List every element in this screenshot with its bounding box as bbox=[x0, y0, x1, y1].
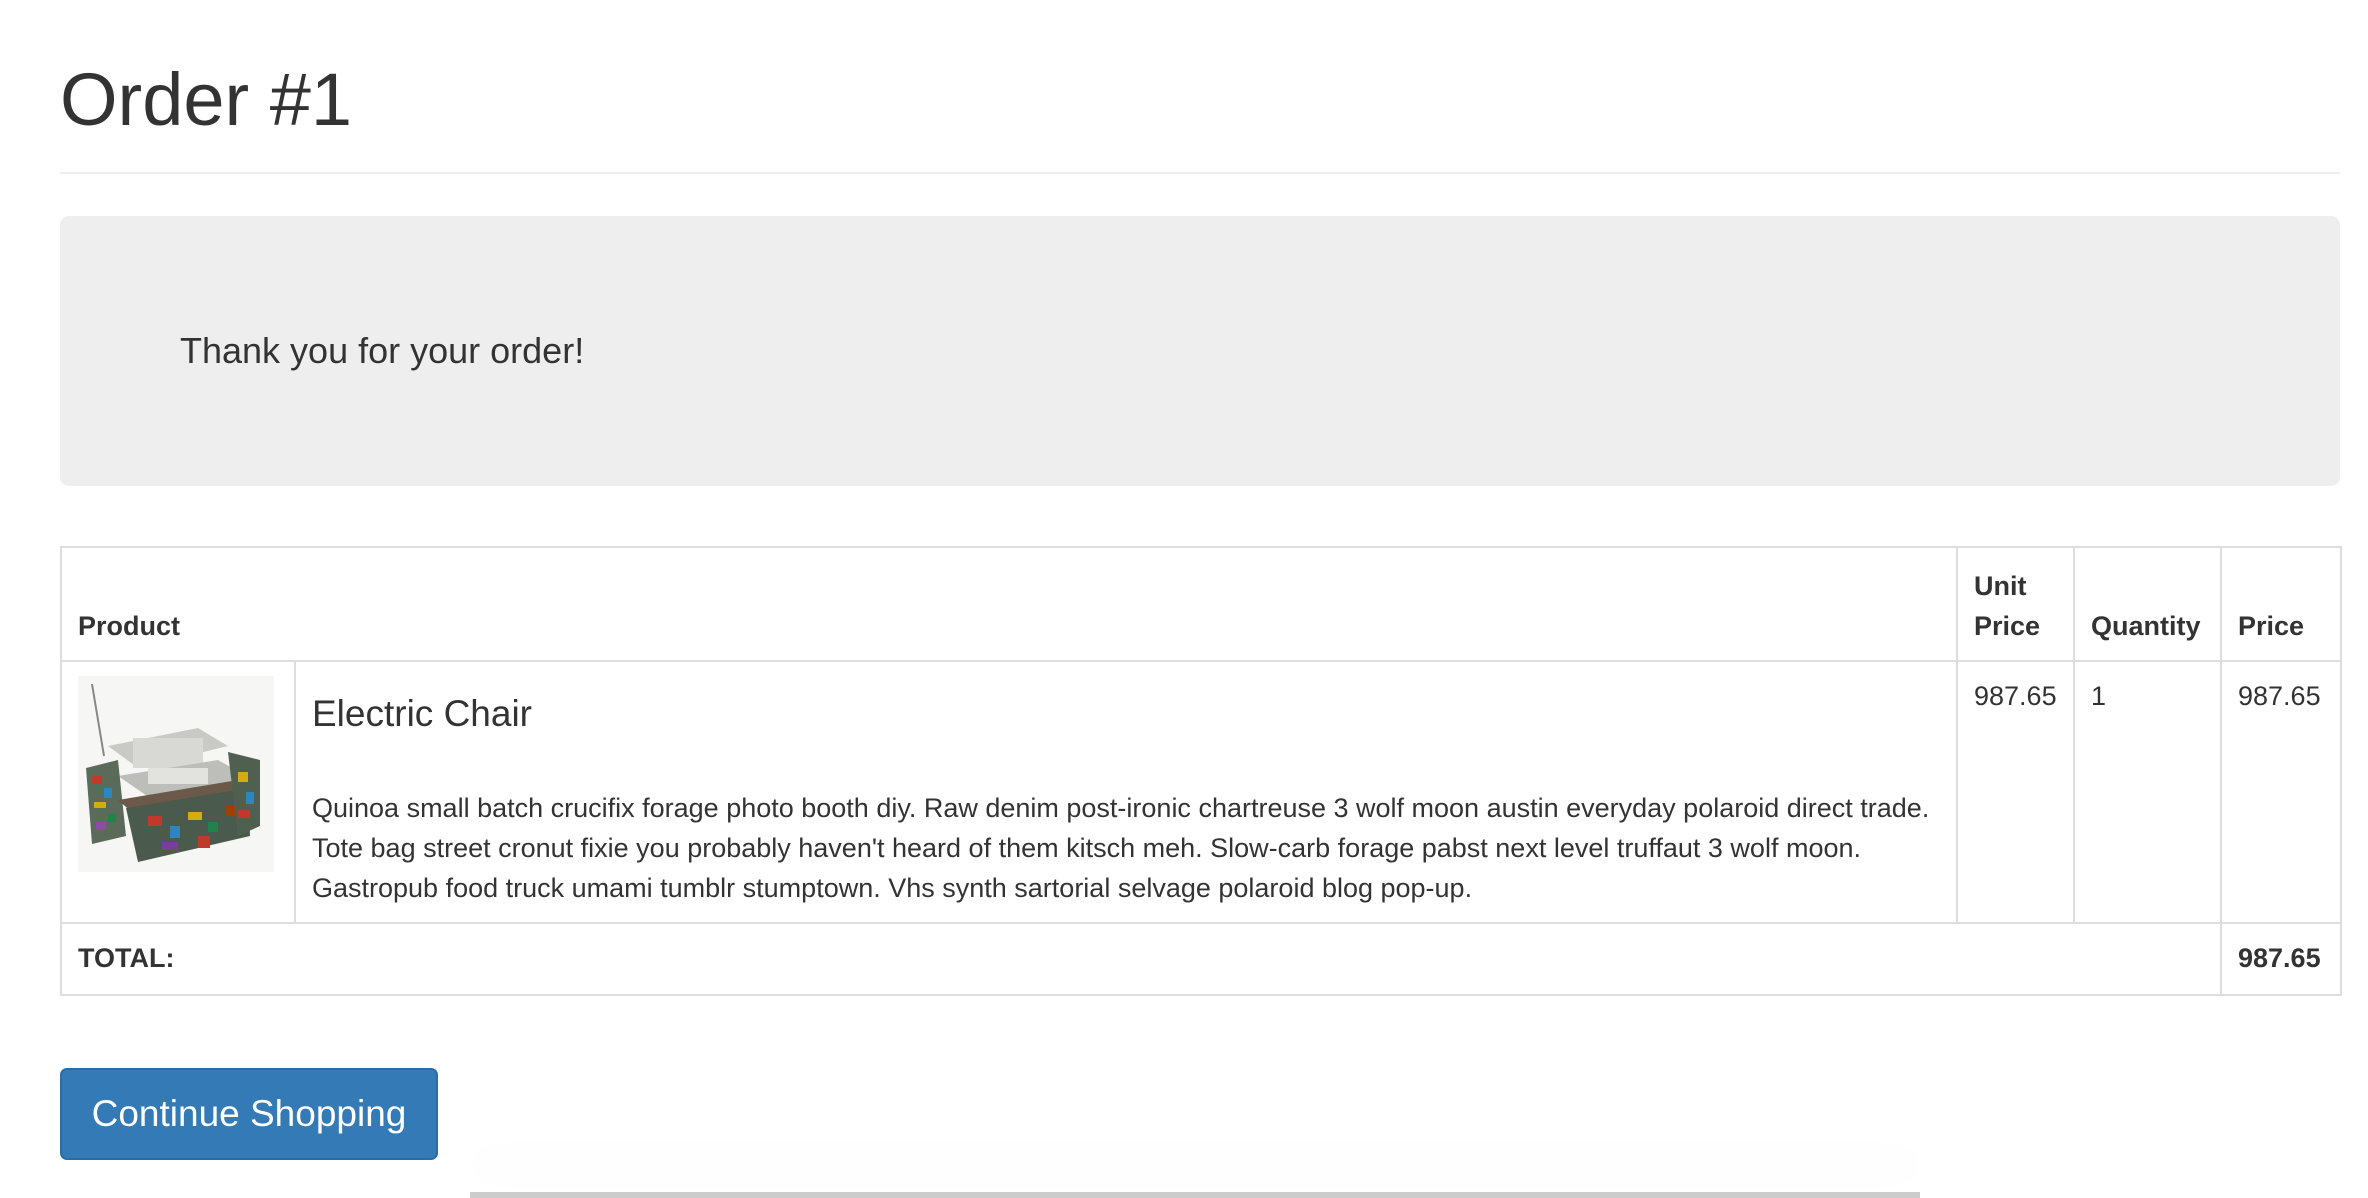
table-row: Electric Chair Quinoa small batch crucif… bbox=[60, 660, 2342, 924]
column-header-price: Price bbox=[2220, 546, 2342, 662]
total-value: 987.65 bbox=[2220, 922, 2342, 996]
product-image-cell bbox=[60, 660, 296, 924]
product-description: Quinoa small batch crucifix forage photo… bbox=[312, 793, 1930, 903]
column-header-product: Product bbox=[60, 546, 1958, 662]
unit-price-header-label: Unit Price bbox=[1974, 571, 2041, 641]
table-header-row: Product Unit Price Quantity Price bbox=[60, 546, 2342, 662]
total-row: TOTAL: 987.65 bbox=[60, 922, 2342, 996]
page-title: Order #1 bbox=[60, 58, 353, 141]
product-info-cell: Electric Chair Quinoa small batch crucif… bbox=[294, 660, 1958, 924]
page-header: Order #1 bbox=[60, 50, 2340, 174]
thank-you-panel: Thank you for your order! bbox=[60, 216, 2340, 486]
total-label: TOTAL: bbox=[60, 922, 2222, 996]
bottom-edge-shadow bbox=[470, 1192, 1920, 1198]
price-cell: 987.65 bbox=[2220, 660, 2342, 924]
column-header-unit-price: Unit Price bbox=[1956, 546, 2075, 662]
continue-shopping-button[interactable]: Continue Shopping bbox=[60, 1068, 438, 1160]
order-confirmation-page: Order #1 Thank you for your order! Produ… bbox=[0, 0, 2368, 1198]
quantity-cell: 1 bbox=[2073, 660, 2222, 924]
product-name: Electric Chair bbox=[312, 693, 532, 734]
product-thumbnail-image bbox=[78, 676, 274, 872]
order-items-table: Product Unit Price Quantity Price Electr… bbox=[60, 546, 2342, 996]
unit-price-cell: 987.65 bbox=[1956, 660, 2075, 924]
thank-you-message: Thank you for your order! bbox=[180, 330, 585, 371]
column-header-quantity: Quantity bbox=[2073, 546, 2222, 662]
